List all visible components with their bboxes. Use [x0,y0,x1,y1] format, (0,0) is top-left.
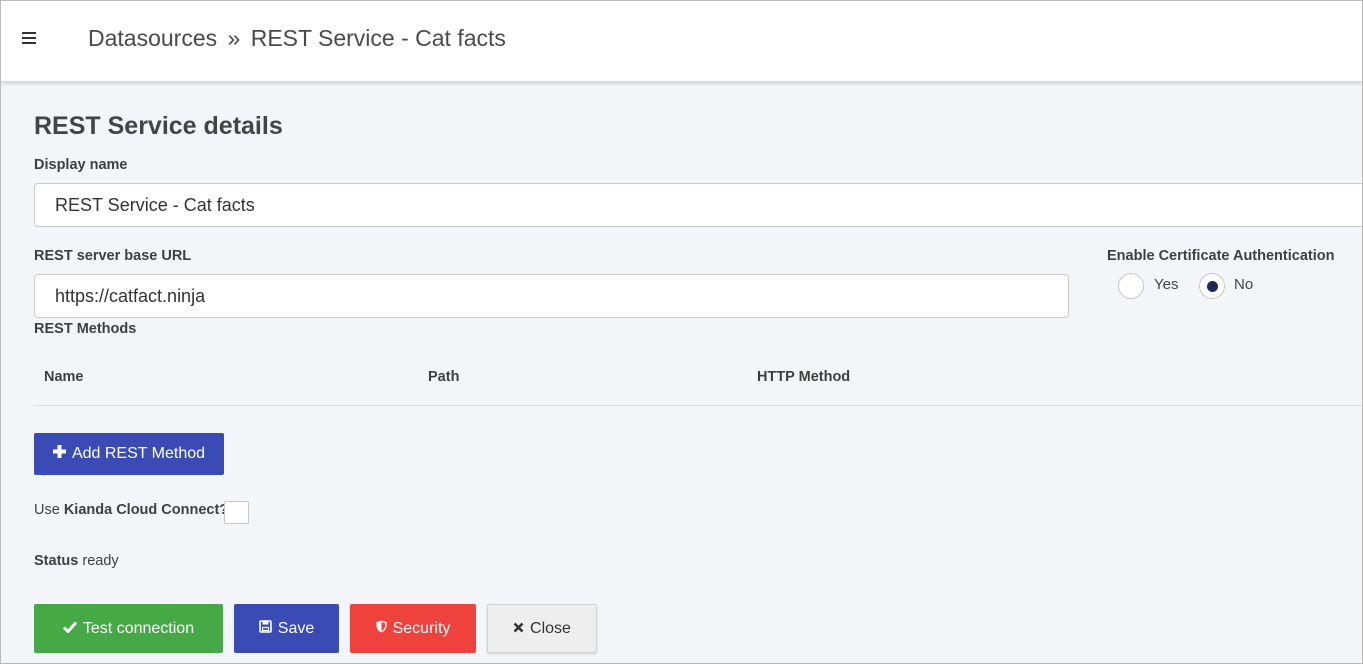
base-url-label: REST server base URL [34,248,192,264]
cert-auth-yes-radio[interactable] [1118,273,1144,299]
cloud-connect-name: Kianda Cloud Connect? [63,502,229,518]
test-connection-button[interactable]: Test connection [34,604,223,653]
status-row: Status ready [34,553,119,569]
security-label: Security [392,619,451,637]
section-title: REST Service details [34,112,283,140]
test-connection-label: Test connection [82,619,195,637]
column-header-path: Path [428,369,460,385]
cert-auth-no-radio[interactable] [1199,273,1225,299]
close-button[interactable]: Close [487,604,597,653]
cert-auth-yes-label: Yes [1154,276,1179,293]
add-rest-method-label: Add REST Method [71,445,206,462]
cert-auth-label: Enable Certificate Authentication [1107,248,1335,264]
top-bar: Datasources » REST Service - Cat facts [1,1,1362,82]
breadcrumb: Datasources » REST Service - Cat facts [88,25,506,52]
breadcrumb-root[interactable]: Datasources [88,25,217,51]
breadcrumb-current: REST Service - Cat facts [250,25,506,51]
app-window: Datasources » REST Service - Cat facts R… [0,0,1363,664]
x-icon [513,620,524,638]
rest-methods-label: REST Methods [34,321,137,337]
column-header-name: Name [44,369,84,385]
status-label: Status [34,553,79,569]
display-name-label: Display name [34,157,128,173]
check-icon [62,620,78,638]
status-value: ready [82,553,119,569]
cloud-connect-label: Use Kianda Cloud Connect? [34,502,228,518]
floppy-icon [258,619,272,638]
plus-icon [52,445,66,463]
cloud-connect-checkbox[interactable] [224,501,249,524]
rest-methods-table-header: Name Path HTTP Method [34,352,1362,406]
save-button[interactable]: Save [234,604,339,653]
cloud-connect-prefix: Use [34,502,60,518]
display-name-input[interactable]: REST Service - Cat facts [34,183,1362,227]
add-rest-method-button[interactable]: Add REST Method [34,433,224,475]
close-label: Close [530,619,571,637]
hamburger-icon[interactable] [22,32,38,46]
security-button[interactable]: Security [350,604,476,653]
base-url-input[interactable]: https://catfact.ninja [34,274,1069,318]
cert-auth-no-label: No [1234,276,1254,293]
column-header-http-method: HTTP Method [757,369,851,385]
breadcrumb-separator: » [227,25,241,51]
save-label: Save [277,619,315,637]
shield-icon [376,620,387,638]
